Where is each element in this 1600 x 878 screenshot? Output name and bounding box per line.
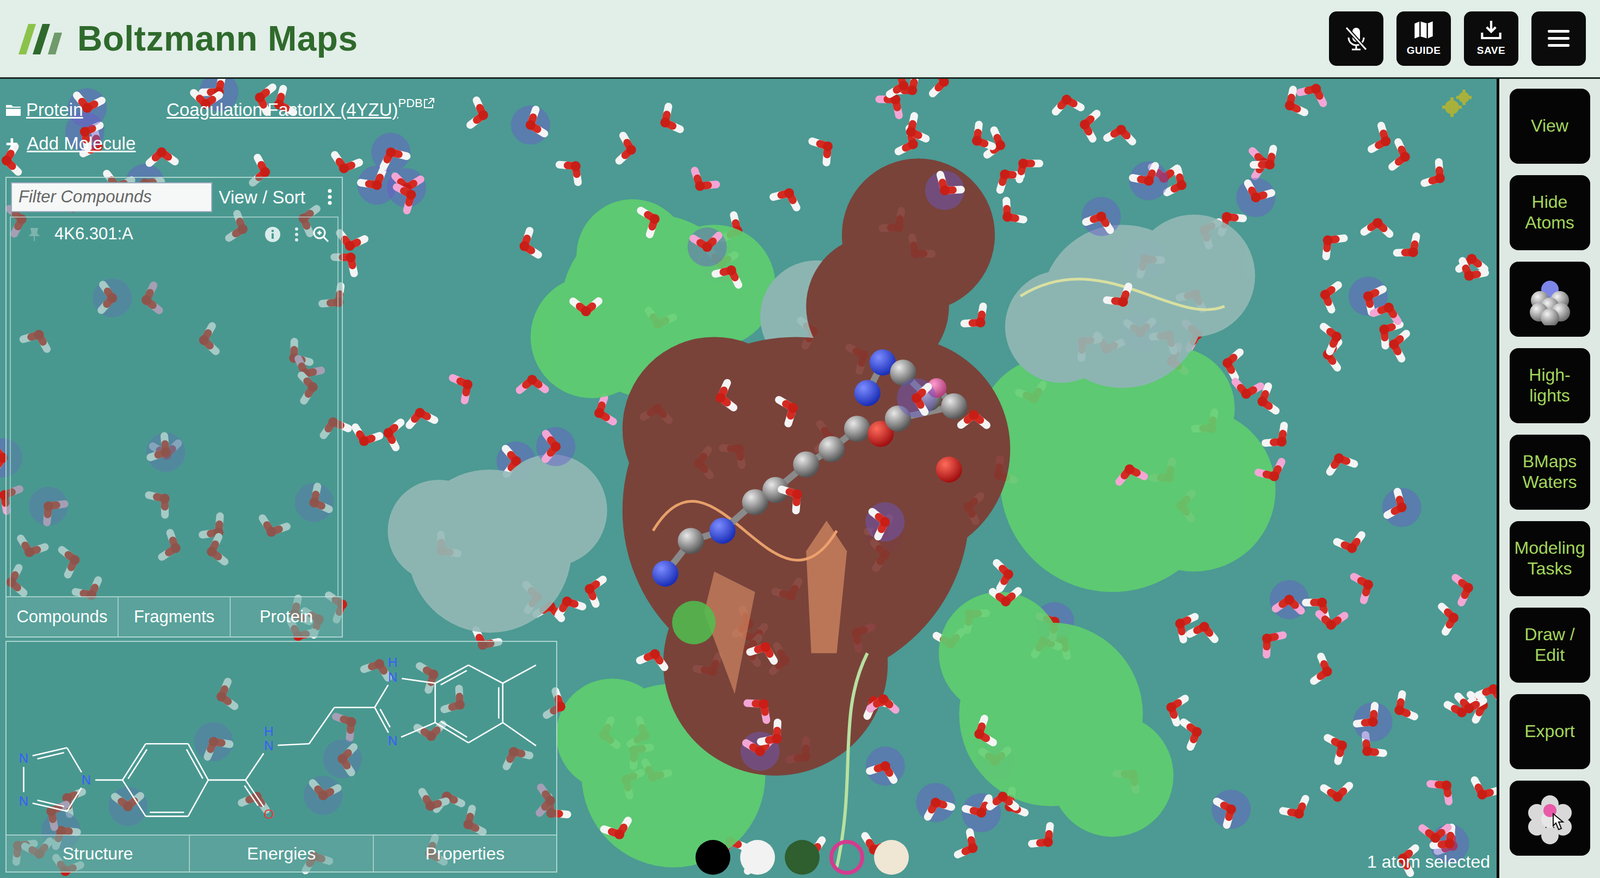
- save-icon: [1478, 19, 1505, 41]
- toolbar-button[interactable]: Hide Atoms: [1509, 175, 1591, 251]
- toolbar-button[interactable]: Draw / Edit: [1509, 607, 1591, 683]
- atom-label: N: [263, 738, 274, 754]
- toolbar-label[interactable]: Export: [1524, 721, 1575, 743]
- compound-row[interactable]: 4K6.301:A: [10, 217, 338, 252]
- toolbar-label[interactable]: Modeling Tasks: [1514, 538, 1586, 580]
- color-swatch[interactable]: [694, 839, 732, 877]
- molecule-button[interactable]: [1509, 261, 1591, 337]
- toolbar-button[interactable]: Modeling Tasks: [1509, 521, 1591, 597]
- toolbar-button[interactable]: BMaps Waters: [1509, 434, 1591, 510]
- toolbar-button[interactable]: Export: [1509, 694, 1591, 770]
- protein-ribbon: [653, 279, 1225, 868]
- pdb-label[interactable]: PDB: [398, 94, 423, 113]
- atom-label: O: [263, 807, 274, 822]
- compound-actions: [264, 225, 330, 244]
- color-swatches: [694, 839, 910, 877]
- color-swatch[interactable]: [739, 839, 777, 877]
- right-toolbar: View Hide Atoms High- lights BMaps Waters Mo…: [1496, 78, 1600, 878]
- menu-button[interactable]: [1531, 11, 1586, 66]
- more-icon[interactable]: [293, 226, 300, 243]
- atom-label: H: [388, 655, 398, 670]
- structure-tabs: StructureEnergiesProperties: [6, 834, 557, 872]
- atom-label: H: [263, 724, 274, 740]
- folder-icon: [5, 102, 22, 118]
- color-swatch[interactable]: [872, 839, 910, 877]
- structure-drawing: NNNHNOHNN: [6, 642, 557, 835]
- atom-label: N: [388, 669, 398, 685]
- toolbar-label[interactable]: BMaps Waters: [1522, 451, 1577, 494]
- selection-status: 1 atom selected: [1367, 848, 1491, 876]
- filter-row: View / Sort: [6, 177, 342, 217]
- settings-gear-icon[interactable]: [1440, 86, 1475, 122]
- molecule-viewer[interactable]: Protein Coagulation FactorIX (4YZU) PDB …: [0, 78, 1497, 878]
- atom-label: N: [19, 794, 29, 809]
- view-sort-button[interactable]: View / Sort: [218, 183, 306, 212]
- atom-label: N: [19, 751, 29, 766]
- pdb-link[interactable]: PDB: [398, 94, 435, 113]
- list-tabs: CompoundsFragmentsProtein: [6, 596, 342, 637]
- structure-tab[interactable]: Structure: [6, 835, 190, 872]
- atom-label: N: [81, 772, 91, 788]
- add-symbol[interactable]: +: [5, 132, 18, 155]
- guide-icon: [1410, 19, 1437, 41]
- left-panels: Protein Coagulation FactorIX (4YZU) PDB …: [5, 93, 566, 873]
- logo-icon: [16, 21, 69, 56]
- molecule-icon: [1523, 273, 1577, 326]
- protein-link[interactable]: Protein: [26, 96, 167, 124]
- waters-back: [0, 78, 1497, 877]
- guide-label[interactable]: GUIDE: [1406, 42, 1442, 59]
- workspace: Protein Coagulation FactorIX (4YZU) PDB …: [0, 78, 1600, 878]
- structure-tab[interactable]: Energies: [189, 835, 374, 872]
- toolbar-button[interactable]: High- lights: [1509, 348, 1591, 424]
- structure-panel: NNNHNOHNN StructureEnergiesProperties: [5, 641, 558, 873]
- app-title: Boltzmann Maps: [77, 12, 358, 65]
- toolbar-label[interactable]: Draw / Edit: [1524, 624, 1575, 667]
- swatch-fill[interactable]: [695, 840, 731, 876]
- logo[interactable]: Boltzmann Maps: [16, 12, 358, 65]
- toolbar-label[interactable]: Hide Atoms: [1524, 192, 1575, 234]
- toolbar-label[interactable]: High- lights: [1528, 365, 1571, 407]
- bonds: [23, 665, 537, 817]
- swatch-fill[interactable]: [740, 840, 775, 876]
- guide-button[interactable]: GUIDE: [1396, 11, 1451, 66]
- mute-icon: [1343, 24, 1370, 53]
- list-tab[interactable]: Protein: [230, 597, 342, 637]
- compound-panel: View / Sort 4K6.301:A CompoundsFragments…: [5, 176, 343, 638]
- info-icon[interactable]: [264, 226, 281, 243]
- compound-list: 4K6.301:A: [9, 216, 339, 598]
- add-molecule[interactable]: + Add Molecule: [5, 126, 566, 161]
- color-swatch[interactable]: [783, 839, 821, 877]
- save-label[interactable]: SAVE: [1477, 42, 1506, 59]
- header-buttons: GUIDE SAVE: [1328, 11, 1586, 66]
- color-swatch[interactable]: [828, 839, 866, 877]
- mute-button[interactable]: [1328, 11, 1384, 66]
- select-atoms-icon: [1523, 792, 1577, 845]
- structure-tab[interactable]: Properties: [373, 835, 557, 872]
- toolbar-label[interactable]: View: [1530, 115, 1569, 137]
- pin-icon[interactable]: [28, 227, 41, 242]
- compound-name[interactable]: 4K6.301:A: [54, 221, 134, 248]
- toolbar-button[interactable]: View: [1509, 88, 1591, 164]
- select-button[interactable]: [1509, 780, 1591, 857]
- app-header: Boltzmann Maps GUIDE SAVE: [0, 0, 1600, 79]
- zoom-icon[interactable]: [312, 225, 330, 244]
- swatch-fill[interactable]: [874, 840, 909, 876]
- external-link-icon: [422, 97, 435, 110]
- breadcrumb: Protein Coagulation FactorIX (4YZU) PDB: [5, 93, 566, 127]
- filter-input[interactable]: [10, 182, 213, 213]
- atom-label: N: [388, 733, 398, 749]
- add-molecule-link[interactable]: Add Molecule: [26, 130, 136, 158]
- more-icon[interactable]: [326, 187, 334, 207]
- list-tab[interactable]: Fragments: [118, 597, 231, 637]
- list-tab[interactable]: Compounds: [6, 597, 119, 637]
- swatch-fill[interactable]: [784, 840, 820, 876]
- app-window: Boltzmann Maps GUIDE SAVE Protein Coagula…: [0, 0, 1600, 878]
- save-button[interactable]: SAVE: [1463, 11, 1519, 66]
- structure-link[interactable]: Coagulation FactorIX (4YZU): [166, 96, 399, 124]
- swatch-fill[interactable]: [829, 840, 865, 876]
- menu-icon: [1545, 24, 1572, 53]
- ligand-model: [652, 349, 968, 645]
